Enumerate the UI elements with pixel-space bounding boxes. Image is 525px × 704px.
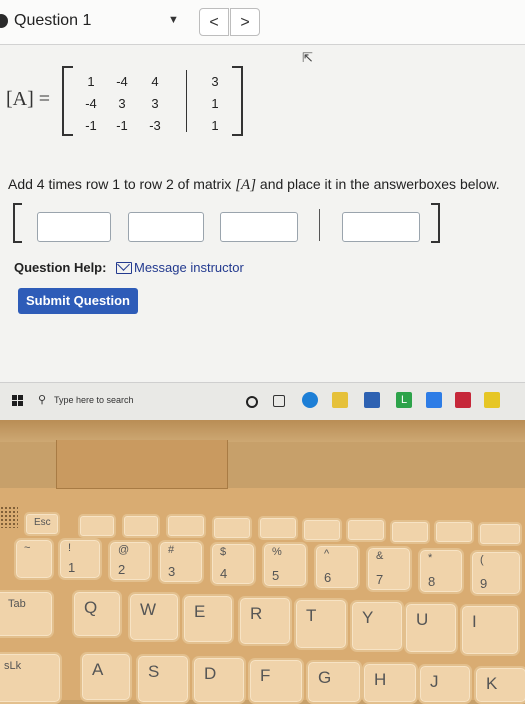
key-f[interactable]: F bbox=[248, 658, 304, 704]
question-help-label: Question Help: bbox=[14, 260, 107, 275]
matrix-cell: -3 bbox=[149, 118, 161, 133]
question-title[interactable]: Question 1 bbox=[14, 12, 91, 30]
taskbar: ⚲ Type here to search L bbox=[0, 382, 525, 420]
key-1[interactable]: ! 1 bbox=[58, 538, 102, 580]
key-tilde[interactable]: ~ bbox=[14, 538, 54, 580]
key-f9[interactable] bbox=[434, 520, 474, 544]
matrix-cell: 3 bbox=[211, 74, 219, 89]
matrix-cell: -1 bbox=[116, 118, 128, 133]
instruction-before: Add 4 times row 1 to row 2 of matrix bbox=[8, 176, 236, 192]
edge-browser-icon[interactable] bbox=[302, 392, 318, 408]
key-4[interactable]: $4 bbox=[210, 542, 256, 586]
key-7[interactable]: & 7 bbox=[366, 546, 412, 592]
answer-augmented-divider bbox=[319, 209, 320, 241]
cortana-icon[interactable] bbox=[246, 396, 258, 408]
key-f1[interactable] bbox=[78, 514, 116, 538]
caret-down-icon[interactable]: ▼ bbox=[168, 14, 179, 26]
key-9[interactable]: (9 bbox=[470, 550, 522, 596]
mouse-cursor-icon: ⇱ bbox=[302, 50, 313, 65]
matrix-label: [A] = bbox=[6, 88, 51, 110]
instruction-after: and place it in the answerboxes below. bbox=[256, 176, 500, 192]
taskbar-search-box[interactable]: ⚲ Type here to search bbox=[34, 389, 234, 413]
answer-box-4[interactable] bbox=[342, 212, 420, 242]
key-w[interactable]: W bbox=[128, 592, 180, 642]
key-f7[interactable] bbox=[346, 518, 386, 542]
answer-box-2[interactable] bbox=[128, 212, 204, 242]
question-status-dot bbox=[0, 14, 8, 28]
file-explorer-icon[interactable] bbox=[332, 392, 348, 408]
key-f3[interactable] bbox=[166, 514, 206, 538]
submit-question-button[interactable]: Submit Question bbox=[18, 288, 138, 314]
key-h[interactable]: H bbox=[362, 662, 418, 704]
key-2[interactable]: @2 bbox=[108, 540, 152, 582]
app-l-icon[interactable]: L bbox=[396, 392, 412, 408]
matrix-right-bracket bbox=[232, 66, 243, 136]
task-view-icon[interactable] bbox=[273, 395, 285, 407]
previous-question-button[interactable]: < bbox=[199, 8, 229, 36]
screen: Question 1 ▼ < > ⇱ [A] = 1 -4 4 3 -4 3 3… bbox=[0, 0, 525, 420]
key-y[interactable]: Y bbox=[350, 600, 404, 652]
key-i[interactable]: I bbox=[460, 604, 520, 656]
message-instructor-link[interactable]: Message instructor bbox=[134, 260, 244, 275]
next-question-button[interactable]: > bbox=[230, 8, 260, 36]
answer-right-bracket bbox=[431, 203, 440, 243]
matrix-cell: 1 bbox=[211, 118, 219, 133]
key-f5[interactable] bbox=[258, 516, 298, 540]
key-tab[interactable]: Tab bbox=[0, 590, 54, 638]
key-5[interactable]: % 5 bbox=[262, 542, 308, 588]
augmented-divider bbox=[186, 70, 187, 132]
mail-app-icon[interactable] bbox=[364, 392, 380, 408]
matrix-cell: -4 bbox=[116, 74, 128, 89]
search-placeholder: Type here to search bbox=[54, 395, 134, 405]
question-header: Question 1 ▼ < > bbox=[0, 0, 525, 45]
key-6[interactable]: ^ 6 bbox=[314, 544, 360, 590]
laptop-hinge-tab bbox=[56, 440, 228, 489]
key-j[interactable]: J bbox=[418, 664, 472, 704]
key-r[interactable]: R bbox=[238, 596, 292, 646]
outlook-icon[interactable] bbox=[426, 392, 442, 408]
key-f6[interactable] bbox=[302, 518, 342, 542]
key-e[interactable]: E bbox=[182, 594, 234, 644]
mcafee-icon[interactable] bbox=[455, 392, 471, 408]
key-q[interactable]: Q bbox=[72, 590, 122, 638]
key-g[interactable]: G bbox=[306, 660, 362, 704]
matrix-cell: -1 bbox=[85, 118, 97, 133]
matrix-cell: 3 bbox=[151, 96, 159, 111]
answer-box-1[interactable] bbox=[37, 212, 111, 242]
key-f8[interactable] bbox=[390, 520, 430, 544]
mail-icon[interactable] bbox=[116, 262, 132, 274]
laptop-hinge bbox=[0, 420, 525, 442]
search-icon: ⚲ bbox=[38, 394, 47, 406]
key-f4[interactable] bbox=[212, 516, 252, 540]
answer-box-3[interactable] bbox=[220, 212, 298, 242]
matrix-cell: 3 bbox=[118, 96, 126, 111]
key-f10[interactable] bbox=[478, 522, 522, 546]
matrix-cell: 1 bbox=[87, 74, 95, 89]
instruction-text: Add 4 times row 1 to row 2 of matrix [A]… bbox=[8, 176, 500, 194]
key-a[interactable]: A bbox=[80, 652, 132, 702]
answer-left-bracket bbox=[13, 203, 22, 243]
key-s[interactable]: S bbox=[136, 654, 190, 704]
key-d[interactable]: D bbox=[192, 656, 246, 704]
key-k[interactable]: K bbox=[474, 666, 525, 704]
sticky-notes-icon[interactable] bbox=[484, 392, 500, 408]
key-u[interactable]: U bbox=[404, 602, 458, 654]
instruction-matrix-name: [A] bbox=[235, 177, 257, 193]
key-3[interactable]: #3 bbox=[158, 540, 204, 584]
matrix-cell: 4 bbox=[151, 74, 159, 89]
matrix-cell: 1 bbox=[211, 96, 219, 111]
key-capslock[interactable]: sLk bbox=[0, 652, 62, 704]
key-8[interactable]: * 8 bbox=[418, 548, 464, 594]
windows-start-icon[interactable] bbox=[12, 395, 24, 407]
key-f2[interactable] bbox=[122, 514, 160, 538]
key-esc[interactable]: Esc bbox=[24, 512, 60, 536]
key-t[interactable]: T bbox=[294, 598, 348, 650]
speaker-grille bbox=[0, 506, 18, 528]
matrix-cell: -4 bbox=[85, 96, 97, 111]
matrix-left-bracket bbox=[62, 66, 73, 136]
